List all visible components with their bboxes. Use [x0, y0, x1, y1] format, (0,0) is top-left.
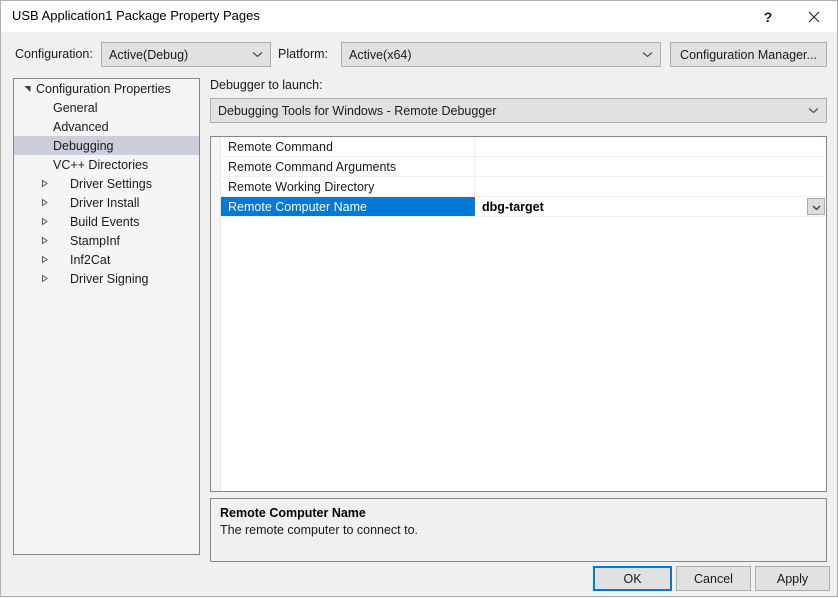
configuration-bar: Configuration: Active(Debug) Platform: A… [1, 41, 838, 67]
triangle-right-icon[interactable] [36, 236, 53, 245]
title-bar: USB Application1 Package Property Pages … [1, 1, 837, 32]
tree-item-label: Driver Signing [53, 272, 155, 286]
tree-item-build-events[interactable]: Build Events [14, 212, 199, 231]
tree-item-label: VC++ Directories [36, 158, 154, 172]
tree-item-label: Debugging [36, 139, 119, 153]
debugger-to-launch-value: Debugging Tools for Windows - Remote Deb… [211, 104, 800, 118]
property-row[interactable]: Remote Computer Name dbg-target [221, 197, 826, 217]
tree-item-label: Inf2Cat [53, 253, 116, 267]
question-mark-icon: ? [764, 9, 773, 25]
debugger-to-launch-label: Debugger to launch: [210, 78, 323, 92]
tree-item-label: Advanced [36, 120, 115, 134]
tree-item-debugging[interactable]: Debugging [14, 136, 199, 155]
property-description-title: Remote Computer Name [220, 506, 817, 520]
close-button[interactable] [791, 1, 837, 32]
configuration-dropdown[interactable]: Active(Debug) [101, 42, 271, 67]
tree-item-label: Configuration Properties [36, 82, 177, 96]
debugger-to-launch-dropdown[interactable]: Debugging Tools for Windows - Remote Deb… [210, 98, 827, 123]
property-value[interactable] [475, 177, 826, 196]
configuration-properties-tree[interactable]: Configuration Properties General Advanced D… [13, 78, 200, 555]
property-value-dropdown-button[interactable] [807, 198, 825, 215]
platform-dropdown[interactable]: Active(x64) [341, 42, 661, 67]
title-bar-buttons: ? [745, 1, 837, 32]
tree-item-inf2cat[interactable]: Inf2Cat [14, 250, 199, 269]
property-value[interactable] [475, 137, 826, 156]
property-grid[interactable]: Remote CommandRemote Command ArgumentsRe… [210, 136, 827, 492]
dialog-footer: OK Cancel Apply [1, 566, 838, 598]
chevron-down-icon [800, 107, 826, 114]
property-description-body: The remote computer to connect to. [220, 523, 817, 537]
configuration-manager-button[interactable]: Configuration Manager... [670, 42, 827, 67]
chevron-down-icon [634, 51, 660, 58]
chevron-down-icon [812, 200, 821, 214]
triangle-down-icon[interactable] [19, 84, 36, 93]
chevron-down-icon [244, 51, 270, 58]
property-value[interactable] [475, 157, 826, 176]
cancel-button[interactable]: Cancel [676, 566, 751, 591]
configuration-label: Configuration: [15, 47, 93, 61]
apply-button[interactable]: Apply [755, 566, 830, 591]
tree-item-label: General [36, 101, 103, 115]
property-description-pane: Remote Computer Name The remote computer… [210, 498, 827, 562]
property-name[interactable]: Remote Command Arguments [221, 157, 475, 176]
property-pages-dialog: USB Application1 Package Property Pages … [0, 0, 838, 597]
triangle-right-icon[interactable] [36, 255, 53, 264]
tree-item-advanced[interactable]: Advanced [14, 117, 199, 136]
tree-item-driver-signing[interactable]: Driver Signing [14, 269, 199, 288]
help-button[interactable]: ? [745, 1, 791, 32]
property-name[interactable]: Remote Command [221, 137, 475, 156]
window-title: USB Application1 Package Property Pages [12, 8, 260, 23]
property-name[interactable]: Remote Working Directory [221, 177, 475, 196]
property-row[interactable]: Remote Command [221, 137, 826, 157]
tree-item-general[interactable]: General [14, 98, 199, 117]
property-grid-gutter [211, 137, 221, 491]
ok-button[interactable]: OK [593, 566, 672, 591]
platform-value: Active(x64) [342, 48, 634, 62]
property-row[interactable]: Remote Command Arguments [221, 157, 826, 177]
tree-item-label: StampInf [53, 234, 126, 248]
property-value[interactable]: dbg-target [475, 197, 826, 216]
tree-item-driver-install[interactable]: Driver Install [14, 193, 199, 212]
property-row[interactable]: Remote Working Directory [221, 177, 826, 197]
tree-item-label: Build Events [53, 215, 145, 229]
tree-item-stampinf[interactable]: StampInf [14, 231, 199, 250]
triangle-right-icon[interactable] [36, 274, 53, 283]
close-icon [808, 11, 820, 23]
tree-item-driver-settings[interactable]: Driver Settings [14, 174, 199, 193]
triangle-right-icon[interactable] [36, 198, 53, 207]
platform-label: Platform: [278, 47, 328, 61]
tree-item-configuration-properties[interactable]: Configuration Properties [14, 79, 199, 98]
property-name[interactable]: Remote Computer Name [221, 197, 475, 216]
triangle-right-icon[interactable] [36, 179, 53, 188]
tree-item-vc-directories[interactable]: VC++ Directories [14, 155, 199, 174]
property-value-text: dbg-target [482, 200, 544, 214]
configuration-value: Active(Debug) [102, 48, 244, 62]
tree-item-label: Driver Install [53, 196, 145, 210]
tree-item-label: Driver Settings [53, 177, 158, 191]
triangle-right-icon[interactable] [36, 217, 53, 226]
